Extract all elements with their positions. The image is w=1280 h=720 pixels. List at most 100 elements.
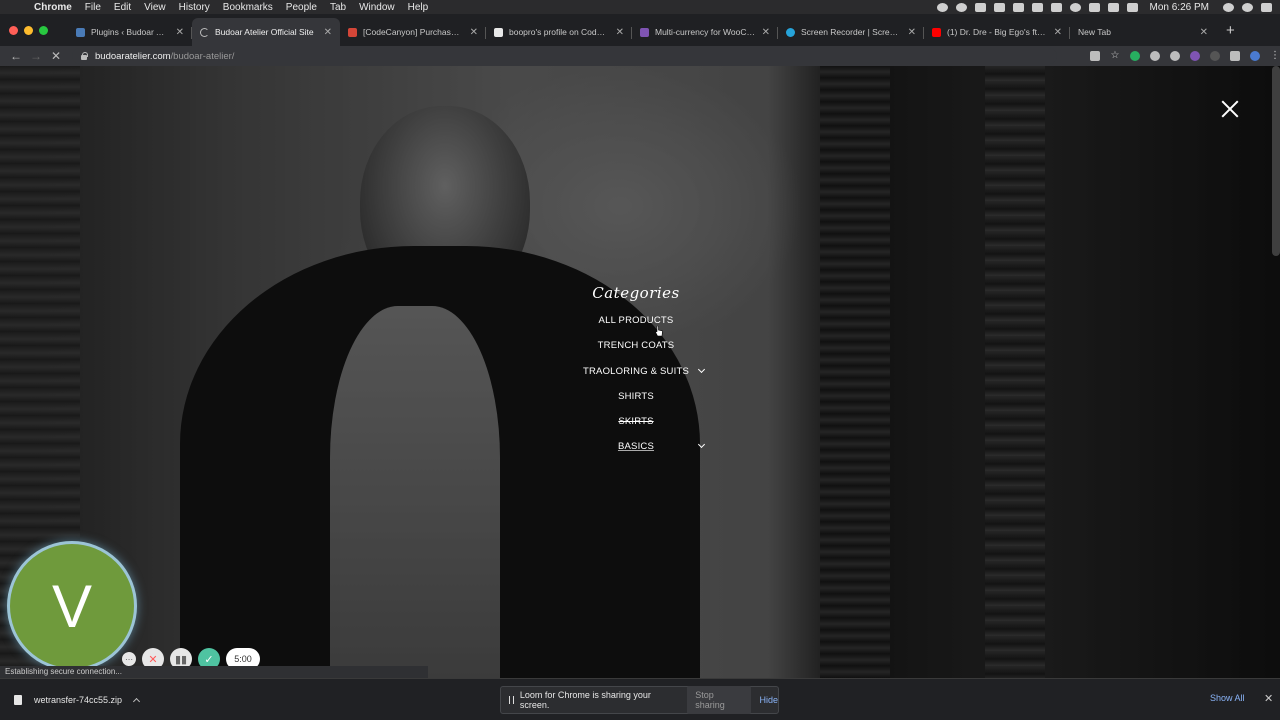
- chevron-down-icon[interactable]: [697, 441, 706, 449]
- menu-edit[interactable]: Edit: [114, 2, 131, 13]
- spotlight-search-icon[interactable]: [1223, 2, 1234, 12]
- zoom-window-button[interactable]: [39, 25, 48, 35]
- close-tab-icon[interactable]: ✕: [1054, 27, 1062, 38]
- close-tab-icon[interactable]: ✕: [908, 27, 916, 38]
- airplay-icon[interactable]: [1050, 2, 1062, 12]
- creative-cloud-icon[interactable]: [974, 2, 986, 12]
- menu-people[interactable]: People: [286, 2, 317, 13]
- page-scrollbar[interactable]: [1272, 66, 1280, 256]
- screen-share-icon[interactable]: [1012, 2, 1024, 12]
- menu-file[interactable]: File: [85, 2, 101, 13]
- extension-dim-icon[interactable]: [1210, 51, 1220, 61]
- record-icon[interactable]: [955, 2, 967, 12]
- close-tab-icon[interactable]: ✕: [1200, 27, 1208, 38]
- user-icon[interactable]: [1242, 2, 1253, 12]
- tab-new-tab[interactable]: New Tab ✕: [1070, 18, 1216, 46]
- tab-multi-currency[interactable]: Multi-currency for WooCom ✕: [632, 18, 778, 46]
- category-all-products[interactable]: ALL PRODUCTS: [536, 308, 736, 333]
- more-options-icon[interactable]: ⋯: [122, 652, 136, 666]
- category-shirts[interactable]: SHIRTS: [536, 384, 736, 409]
- window-controls: [9, 25, 48, 35]
- document-icon: [494, 27, 503, 37]
- menu-help[interactable]: Help: [408, 2, 429, 13]
- close-tab-icon[interactable]: ✕: [324, 27, 332, 38]
- tab-budoar-atelier[interactable]: Budoar Atelier Official Site ✕: [192, 18, 340, 46]
- star-bookmark-icon[interactable]: ☆: [1110, 51, 1120, 61]
- tab-strip: Plugins ‹ Budoar Atelier — ✕ Budoar Atel…: [0, 14, 1280, 46]
- category-tailoring-suits[interactable]: TRAOLORING & SUITS: [536, 359, 736, 384]
- category-basics[interactable]: BASICS: [536, 434, 736, 459]
- category-label: SHIRTS: [618, 390, 654, 402]
- status-icons: Mon 6:26 PM: [936, 0, 1272, 14]
- menu-view[interactable]: View: [144, 2, 166, 13]
- kebab-menu-icon[interactable]: ⋮: [1270, 51, 1280, 61]
- menu-chrome[interactable]: Chrome: [34, 2, 72, 13]
- zip-file-icon: [14, 695, 22, 705]
- flag-icon[interactable]: [1126, 2, 1138, 12]
- close-menu-icon[interactable]: [1219, 98, 1241, 120]
- category-skirts[interactable]: SKIRTS: [536, 409, 736, 434]
- close-tab-icon[interactable]: ✕: [470, 27, 478, 38]
- extension-gear-icon[interactable]: [1150, 51, 1160, 61]
- lock-icon[interactable]: [80, 52, 88, 60]
- profile-avatar-icon[interactable]: [1250, 51, 1260, 61]
- tab-codecanyon-purchase[interactable]: [CodeCanyon] Purchase Co ✕: [340, 18, 486, 46]
- extension-target-icon[interactable]: [1170, 51, 1180, 61]
- volume-icon[interactable]: [1107, 2, 1119, 12]
- menu-window[interactable]: Window: [359, 2, 395, 13]
- download-filename: wetransfer-74cc55.zip: [34, 695, 123, 705]
- stop-sharing-button[interactable]: Stop sharing: [687, 686, 752, 714]
- hide-button[interactable]: Hide: [759, 695, 778, 705]
- wifi-icon[interactable]: [1088, 2, 1100, 12]
- grammarly-icon[interactable]: [1130, 51, 1140, 61]
- back-arrow-icon[interactable]: ←: [6, 49, 26, 63]
- clock[interactable]: Mon 6:26 PM: [1150, 2, 1209, 13]
- stop-loading-icon[interactable]: ✕: [46, 49, 66, 63]
- show-all-button[interactable]: Show All: [1210, 693, 1245, 703]
- pause-icon: [509, 696, 514, 704]
- minimize-window-button[interactable]: [24, 25, 33, 35]
- macos-menu-bar: Chrome File Edit View History Bookmarks …: [0, 0, 1280, 14]
- notification-center-icon[interactable]: [1261, 2, 1272, 12]
- close-tab-icon[interactable]: ✕: [616, 27, 624, 38]
- address-bar[interactable]: budoaratelier.com /budoar-atelier/: [72, 48, 1057, 64]
- tab-boopro-profile[interactable]: boopro's profile on CodeCa ✕: [486, 18, 632, 46]
- hand-pointer-cursor-icon: [655, 326, 663, 337]
- tab-title: Screen Recorder | Screenc: [801, 27, 902, 37]
- loom-camera-bubble[interactable]: V: [7, 541, 137, 671]
- forward-arrow-icon[interactable]: →: [26, 49, 46, 63]
- loading-spinner-icon: [200, 27, 209, 37]
- tab-plugins[interactable]: Plugins ‹ Budoar Atelier — ✕: [68, 18, 192, 46]
- chevron-up-icon[interactable]: [133, 697, 141, 706]
- download-item[interactable]: wetransfer-74cc55.zip: [14, 691, 141, 709]
- camera-icon[interactable]: [1090, 51, 1100, 61]
- sharing-message: Loom for Chrome is sharing your screen.: [519, 690, 651, 710]
- messenger-icon[interactable]: [993, 2, 1005, 12]
- tab-youtube-dr-dre[interactable]: (1) Dr. Dre - Big Ego's ft. 2P ✕: [924, 18, 1070, 46]
- url-domain: budoaratelier.com: [95, 50, 171, 62]
- close-window-button[interactable]: [9, 25, 18, 35]
- status-bubble: Establishing secure connection...: [0, 666, 428, 678]
- tab-title: Multi-currency for WooCom: [655, 27, 756, 37]
- category-trench-coats[interactable]: TRENCH COATS: [536, 333, 736, 358]
- close-tab-icon[interactable]: ✕: [176, 27, 184, 38]
- page-viewport: Categories ALL PRODUCTS TRENCH COATS TRA…: [0, 66, 1280, 678]
- category-label: SKIRTS: [618, 416, 654, 428]
- avatar-letter: V: [51, 572, 93, 640]
- menu-bookmarks[interactable]: Bookmarks: [223, 2, 273, 13]
- new-tab-plus-icon[interactable]: +: [1226, 22, 1235, 39]
- timer-icon[interactable]: [1069, 2, 1081, 12]
- tab-title: [CodeCanyon] Purchase Co: [363, 27, 464, 37]
- category-label: TRENCH COATS: [597, 340, 675, 352]
- category-label: TRAOLORING & SUITS: [582, 365, 689, 377]
- close-shelf-icon[interactable]: ✕: [1264, 692, 1273, 705]
- menu-tab[interactable]: Tab: [330, 2, 346, 13]
- microphone-icon[interactable]: [936, 2, 948, 12]
- menu-history[interactable]: History: [179, 2, 210, 13]
- chevron-down-icon[interactable]: [697, 365, 706, 373]
- puzzle-extensions-icon[interactable]: [1230, 51, 1240, 61]
- extension-color-icon[interactable]: [1190, 51, 1200, 61]
- close-tab-icon[interactable]: ✕: [762, 27, 770, 38]
- tab-screen-recorder[interactable]: Screen Recorder | Screenc ✕: [778, 18, 924, 46]
- display-icon[interactable]: [1031, 2, 1043, 12]
